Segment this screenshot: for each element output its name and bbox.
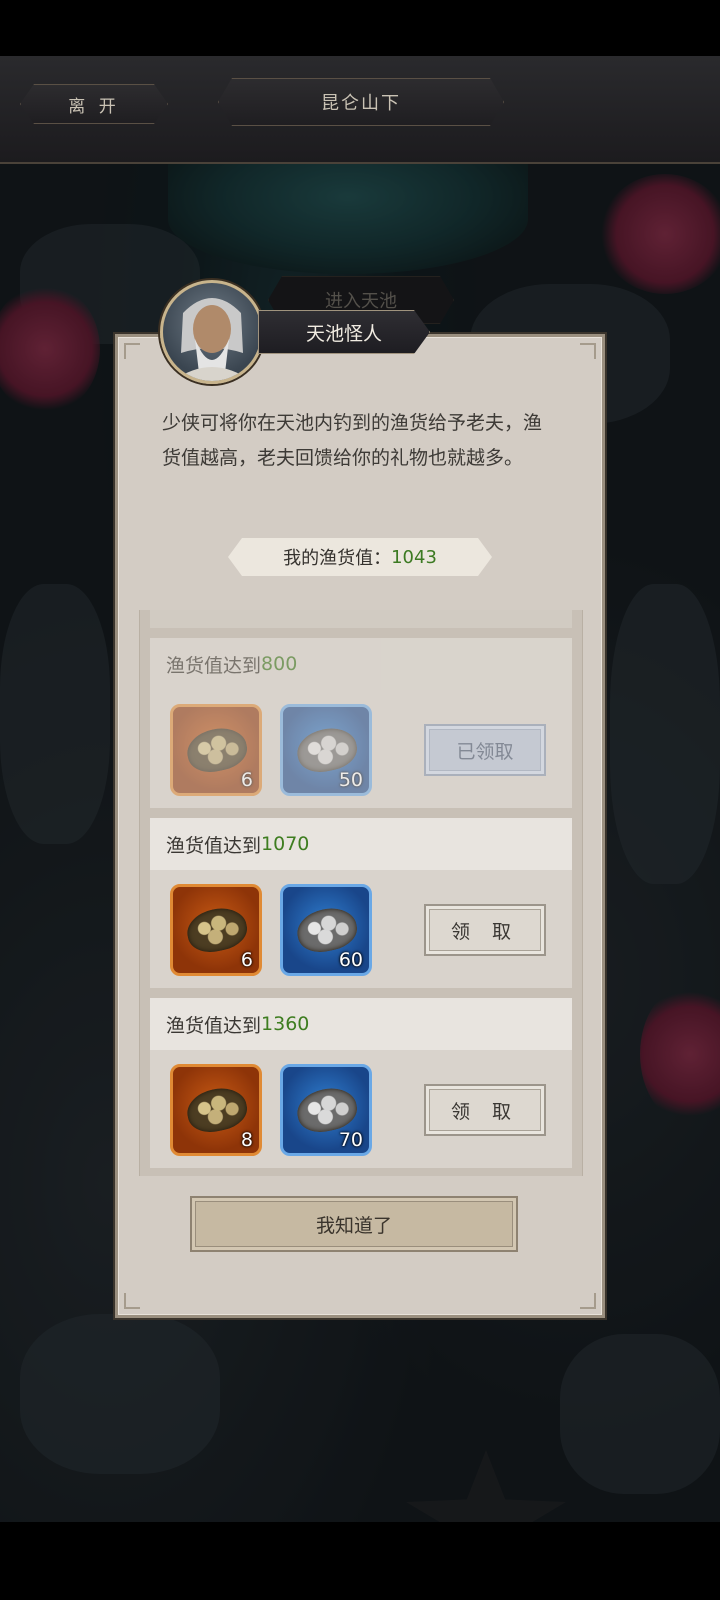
old-man-portrait-icon [173, 298, 251, 381]
reward-item[interactable]: 70 [280, 1064, 372, 1156]
navigation-bar-area [0, 1522, 720, 1600]
claim-button[interactable]: 领 取 [424, 1084, 546, 1136]
corner-ornament [580, 1293, 596, 1309]
tier-body: 8 70 领 取 [150, 1050, 572, 1168]
location-title: 昆仑山下 [218, 78, 504, 126]
corner-ornament [580, 343, 596, 359]
npc-name: 天池怪人 [258, 310, 430, 354]
tier-header: 渔货值达到 800 [150, 638, 572, 690]
reward-count: 6 [240, 769, 253, 791]
tier-target: 800 [261, 653, 298, 675]
reward-tier-list[interactable]: 6 40 渔货值达到800 6 50 已领取 [139, 610, 583, 1176]
reward-count: 70 [338, 1129, 363, 1151]
tier-label: 渔货值达到 [166, 654, 262, 677]
claim-button[interactable]: 领 取 [424, 904, 546, 956]
tier-header: 渔货值达到 1360 [150, 998, 572, 1050]
reward-count: 8 [240, 1129, 253, 1151]
leave-button[interactable]: 离 开 [20, 84, 168, 124]
tier-body: 6 50 已领取 [150, 690, 572, 808]
my-value-label: 我的渔货值： [283, 548, 392, 569]
reward-item[interactable]: 8 [170, 1064, 262, 1156]
tier-label: 渔货值达到 [166, 1014, 262, 1037]
tier-target: 1070 [261, 833, 310, 855]
reward-item[interactable]: 50 [280, 704, 372, 796]
corner-ornament [124, 1293, 140, 1309]
status-bar-area [0, 0, 720, 56]
got-it-button[interactable]: 我知道了 [190, 1196, 518, 1252]
npc-avatar [160, 280, 264, 384]
tier-body-partial: 6 40 [150, 610, 572, 628]
reward-item[interactable]: 6 [170, 704, 262, 796]
tier-label: 渔货值达到 [166, 834, 262, 857]
claimed-button: 已领取 [424, 724, 546, 776]
my-value-number: 1043 [391, 546, 437, 568]
game-scene: 进入天池 离 开 昆仑山下 天池怪人 少侠可将你在天池内钓到的渔货给予老夫，渔货… [0, 0, 720, 1600]
reward-count: 60 [338, 949, 363, 971]
tier-header: 渔货值达到 1070 [150, 818, 572, 870]
corner-ornament [124, 343, 140, 359]
reward-count: 6 [240, 949, 253, 971]
tier-target: 1360 [261, 1013, 310, 1035]
reward-count: 50 [338, 769, 363, 791]
reward-item[interactable]: 60 [280, 884, 372, 976]
reward-item[interactable]: 6 [170, 884, 262, 976]
tier-body: 6 60 领 取 [150, 870, 572, 988]
dialog-description: 少侠可将你在天池内钓到的渔货给予老夫，渔货值越高，老夫回馈给你的礼物也就越多。 [162, 412, 543, 469]
my-fishing-value: 我的渔货值： 1043 [228, 538, 492, 576]
